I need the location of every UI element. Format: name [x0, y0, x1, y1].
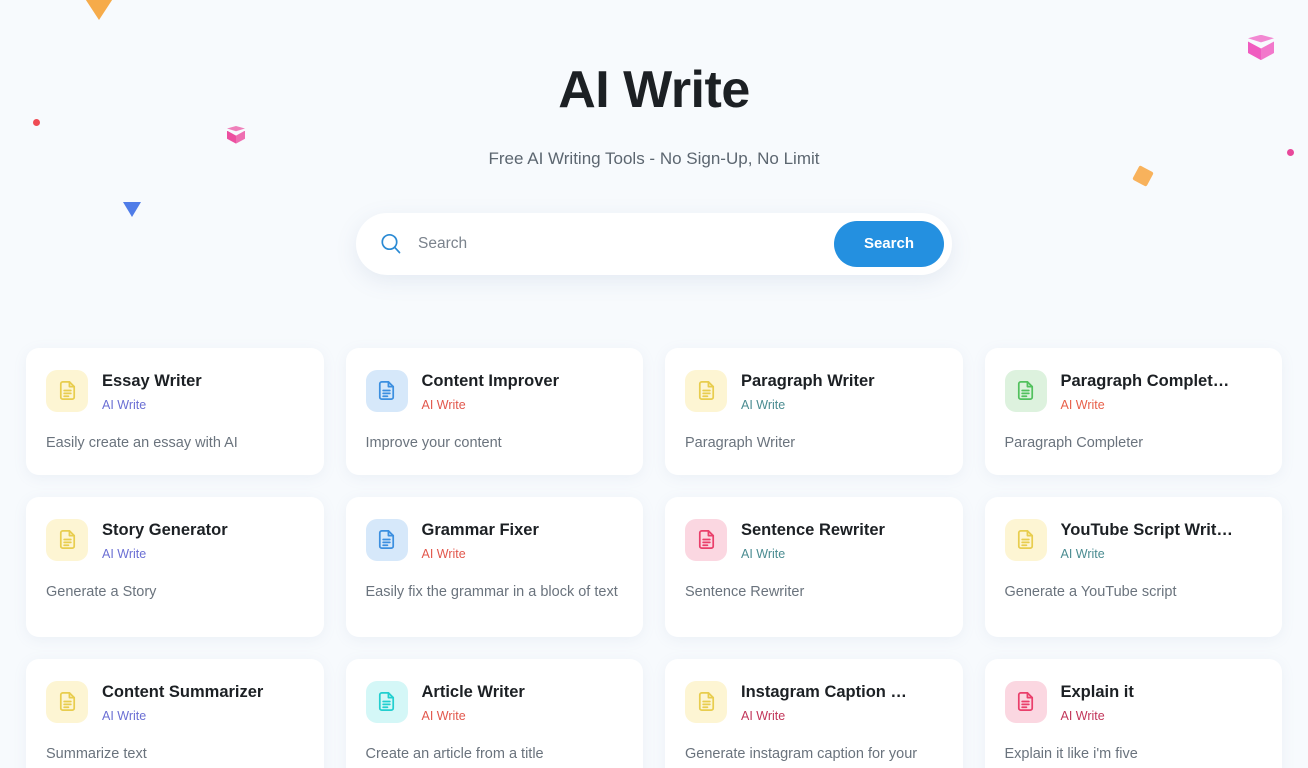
card-header: Essay Writer AI Write	[46, 369, 304, 413]
document-icon	[46, 518, 88, 561]
triangle-down-orange	[82, 0, 116, 20]
document-icon	[1004, 680, 1047, 723]
card-title: YouTube Script Writ…	[1060, 520, 1233, 539]
document-icon	[365, 518, 408, 561]
card-title: Sentence Rewriter	[741, 520, 885, 539]
card-header: Instagram Caption … AI Write	[685, 680, 943, 724]
card-title: Explain it	[1060, 682, 1134, 701]
tool-card[interactable]: Article Writer AI Write Create an article …	[345, 658, 643, 768]
card-brand-label: AI Write	[421, 546, 466, 561]
tool-card[interactable]: Essay Writer AI Write Easily create an ess…	[26, 347, 324, 475]
tool-card[interactable]: Paragraph Writer AI Write Paragraph Writer	[665, 347, 963, 475]
card-header: Paragraph Writer AI Write	[685, 369, 943, 413]
card-title: Content Improver	[421, 371, 560, 390]
tool-card[interactable]: Explain it AI Write Explain it like i'm fi…	[984, 658, 1282, 768]
card-heading-text: Content Summarizer AI Write	[102, 681, 304, 724]
card-header: Sentence Rewriter AI Write	[685, 518, 943, 562]
document-icon	[1004, 369, 1047, 412]
tool-card[interactable]: Paragraph Complet… AI Write Paragraph Comp…	[984, 347, 1282, 475]
card-brand-label: AI Write	[102, 546, 147, 561]
document-icon	[365, 680, 408, 723]
tool-card[interactable]: Sentence Rewriter AI Write Sentence Rewrit…	[665, 496, 963, 637]
card-heading-text: Instagram Caption … AI Write	[741, 681, 943, 724]
card-brand-label: AI Write	[102, 708, 147, 723]
card-heading-text: Paragraph Writer AI Write	[741, 370, 943, 413]
card-header: Paragraph Complet… AI Write	[1004, 369, 1263, 413]
document-icon	[685, 369, 727, 412]
tool-card[interactable]: Content Improver AI Write Improve your con…	[345, 347, 643, 475]
tools-grid: Essay Writer AI Write Easily create an ess…	[0, 347, 1308, 768]
card-brand-label: AI Write	[741, 397, 786, 412]
card-heading-text: Explain it AI Write	[1061, 681, 1263, 724]
card-heading-text: Story Generator AI Write	[102, 519, 304, 562]
hero-header: AI Write Free AI Writing Tools - No Sign…	[0, 51, 1308, 275]
card-header: Content Improver AI Write	[365, 369, 624, 413]
card-description: Create an article from a title	[365, 745, 544, 762]
card-title: Paragraph Writer	[741, 371, 875, 390]
card-heading-text: Content Improver AI Write	[422, 370, 624, 413]
card-description: Paragraph Completer	[1004, 434, 1144, 451]
card-description: Improve your content	[365, 434, 502, 451]
card-heading-text: YouTube Script Writ… AI Write	[1061, 519, 1263, 562]
card-heading-text: Article Writer AI Write	[422, 681, 624, 724]
tool-card[interactable]: Story Generator AI Write Generate a Story	[26, 496, 324, 637]
card-heading-text: Grammar Fixer AI Write	[422, 519, 624, 562]
card-header: Article Writer AI Write	[365, 680, 624, 724]
card-brand-label: AI Write	[421, 708, 466, 723]
search-button[interactable]: Search	[833, 220, 944, 267]
document-icon	[1004, 518, 1047, 561]
search-bar[interactable]: Search	[356, 212, 952, 275]
decoration-layer	[0, 0, 1308, 217]
card-description: Easily create an essay with AI	[46, 434, 238, 451]
document-icon	[365, 369, 408, 412]
card-header: YouTube Script Writ… AI Write	[1004, 518, 1263, 562]
page-title: AI Write	[558, 60, 750, 119]
card-header: Explain it AI Write	[1004, 680, 1263, 724]
card-brand-label: AI Write	[102, 397, 147, 412]
card-brand-label: AI Write	[741, 546, 786, 561]
card-title: Essay Writer	[102, 371, 202, 390]
card-brand-label: AI Write	[1060, 546, 1105, 561]
document-icon	[46, 680, 88, 723]
card-heading-text: Sentence Rewriter AI Write	[741, 519, 943, 562]
card-description: Generate a YouTube script	[1004, 583, 1177, 600]
card-title: Paragraph Complet…	[1060, 371, 1230, 390]
card-brand-label: AI Write	[741, 708, 786, 723]
card-description: Easily fix the grammar in a block of tex…	[365, 583, 618, 600]
tool-card[interactable]: Grammar Fixer AI Write Easily fix the gram…	[345, 496, 643, 637]
card-description: Summarize text	[46, 745, 147, 762]
card-heading-text: Essay Writer AI Write	[102, 370, 304, 413]
document-icon	[685, 518, 727, 561]
card-title: Article Writer	[421, 682, 525, 701]
card-title: Instagram Caption …	[741, 682, 907, 701]
card-description: Explain it like i'm five	[1004, 745, 1138, 762]
search-icon	[378, 231, 404, 257]
tool-card[interactable]: YouTube Script Writ… AI Write Generate a Y…	[984, 496, 1282, 637]
card-description: Sentence Rewriter	[685, 583, 805, 600]
tool-card[interactable]: Instagram Caption … AI Write Generate inst…	[665, 658, 963, 768]
document-icon	[46, 369, 88, 412]
card-brand-label: AI Write	[421, 397, 466, 412]
card-title: Content Summarizer	[102, 682, 264, 701]
card-title: Grammar Fixer	[421, 520, 539, 539]
card-header: Story Generator AI Write	[46, 518, 304, 562]
card-description: Generate a Story	[46, 583, 157, 600]
card-header: Content Summarizer AI Write	[46, 680, 304, 724]
card-heading-text: Paragraph Complet… AI Write	[1061, 370, 1263, 413]
document-icon	[685, 680, 727, 723]
search-input[interactable]	[418, 212, 834, 275]
card-brand-label: AI Write	[1060, 708, 1105, 723]
page-subtitle: Free AI Writing Tools - No Sign-Up, No L…	[488, 148, 820, 168]
card-description: Generate instagram caption for your	[685, 745, 918, 762]
card-header: Grammar Fixer AI Write	[365, 518, 624, 562]
card-brand-label: AI Write	[1060, 397, 1105, 412]
card-description: Paragraph Writer	[685, 434, 796, 451]
card-title: Story Generator	[102, 520, 228, 539]
tool-card[interactable]: Content Summarizer AI Write Summarize text	[26, 658, 324, 768]
